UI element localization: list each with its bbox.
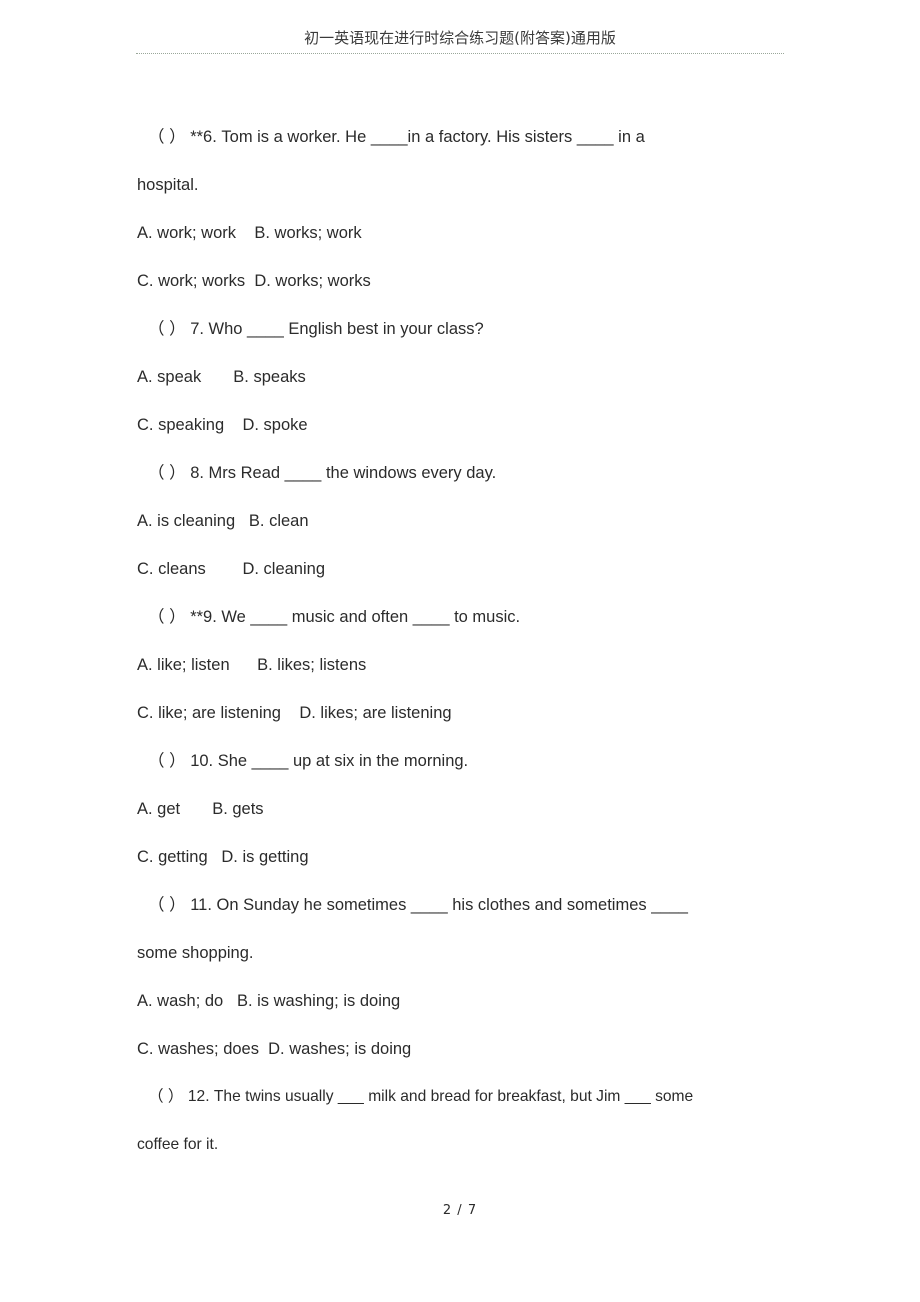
option-row[interactable]: A. is cleaning B. clean: [137, 497, 785, 545]
header-divider: [136, 53, 784, 54]
page-footer: 2 / 7: [442, 1203, 478, 1218]
answer-bracket[interactable]: （ ）: [148, 1088, 184, 1105]
question-text: We ____ music and often ____ to music.: [221, 608, 521, 626]
question-text: On Sunday he sometimes ____ his clothes …: [216, 896, 688, 914]
document-page: 初一英语现在进行时综合练习题(附答案)通用版 （ ） **6. Tom is a…: [0, 0, 920, 1302]
question-number: 12.: [187, 1088, 210, 1105]
question-stem: （ ） 7. Who ____ English best in your cla…: [137, 305, 785, 353]
question-stem-continued: some shopping.: [137, 944, 254, 962]
question-text: Who ____ English best in your class?: [208, 320, 484, 338]
question-stem: （ ） 10. She ____ up at six in the mornin…: [137, 737, 785, 785]
option-row[interactable]: A. wash; do B. is washing; is doing: [137, 977, 785, 1025]
option-row[interactable]: C. getting D. is getting: [137, 833, 785, 881]
option-row[interactable]: C. like; are listening D. likes; are lis…: [137, 689, 785, 737]
option-row[interactable]: A. like; listen B. likes; listens: [137, 641, 785, 689]
question-stem: （ ） 11. On Sunday he sometimes ____ his …: [137, 881, 785, 929]
question-stem: （ ） 12. The twins usually ___ milk and b…: [137, 1073, 795, 1121]
page-header: 初一英语现在进行时综合练习题(附答案)通用版: [136, 28, 784, 54]
option-row[interactable]: C. work; works D. works; works: [137, 257, 785, 305]
answer-bracket[interactable]: （ ）: [148, 608, 186, 626]
document-title: 初一英语现在进行时综合练习题(附答案)通用版: [304, 29, 616, 47]
question-stem: （ ） **6. Tom is a worker. He ____in a fa…: [137, 113, 785, 161]
answer-bracket[interactable]: （ ）: [148, 896, 186, 914]
option-row[interactable]: C. cleans D. cleaning: [137, 545, 785, 593]
option-row[interactable]: A. speak B. speaks: [137, 353, 785, 401]
answer-bracket[interactable]: （ ）: [148, 128, 186, 146]
question-stem: （ ） **9. We ____ music and often ____ to…: [137, 593, 785, 641]
question-text: She ____ up at six in the morning.: [217, 752, 469, 770]
answer-bracket[interactable]: （ ）: [148, 464, 186, 482]
answer-bracket[interactable]: （ ）: [148, 752, 186, 770]
answer-bracket[interactable]: （ ）: [148, 320, 186, 338]
option-row[interactable]: A. get B. gets: [137, 785, 785, 833]
question-number: 8.: [190, 464, 204, 482]
option-row[interactable]: A. work; work B. works; work: [137, 209, 785, 257]
question-text: Mrs Read ____ the windows every day.: [208, 464, 497, 482]
question-stem: （ ） 8. Mrs Read ____ the windows every d…: [137, 449, 785, 497]
option-row[interactable]: C. washes; does D. washes; is doing: [137, 1025, 785, 1073]
question-number: **9.: [190, 608, 217, 626]
question-number: 10.: [190, 752, 214, 770]
exercise-content: （ ） **6. Tom is a worker. He ____in a fa…: [137, 113, 785, 1169]
question-text: The twins usually ___ milk and bread for…: [213, 1088, 694, 1105]
question-stem-continued: coffee for it.: [137, 1136, 219, 1153]
question-stem-continued: hospital.: [137, 176, 199, 194]
question-number: **6.: [190, 128, 217, 146]
question-text: Tom is a worker. He ____in a factory. Hi…: [221, 128, 645, 146]
question-number: 7.: [190, 320, 204, 338]
option-row[interactable]: C. speaking D. spoke: [137, 401, 785, 449]
question-number: 11.: [190, 896, 212, 914]
